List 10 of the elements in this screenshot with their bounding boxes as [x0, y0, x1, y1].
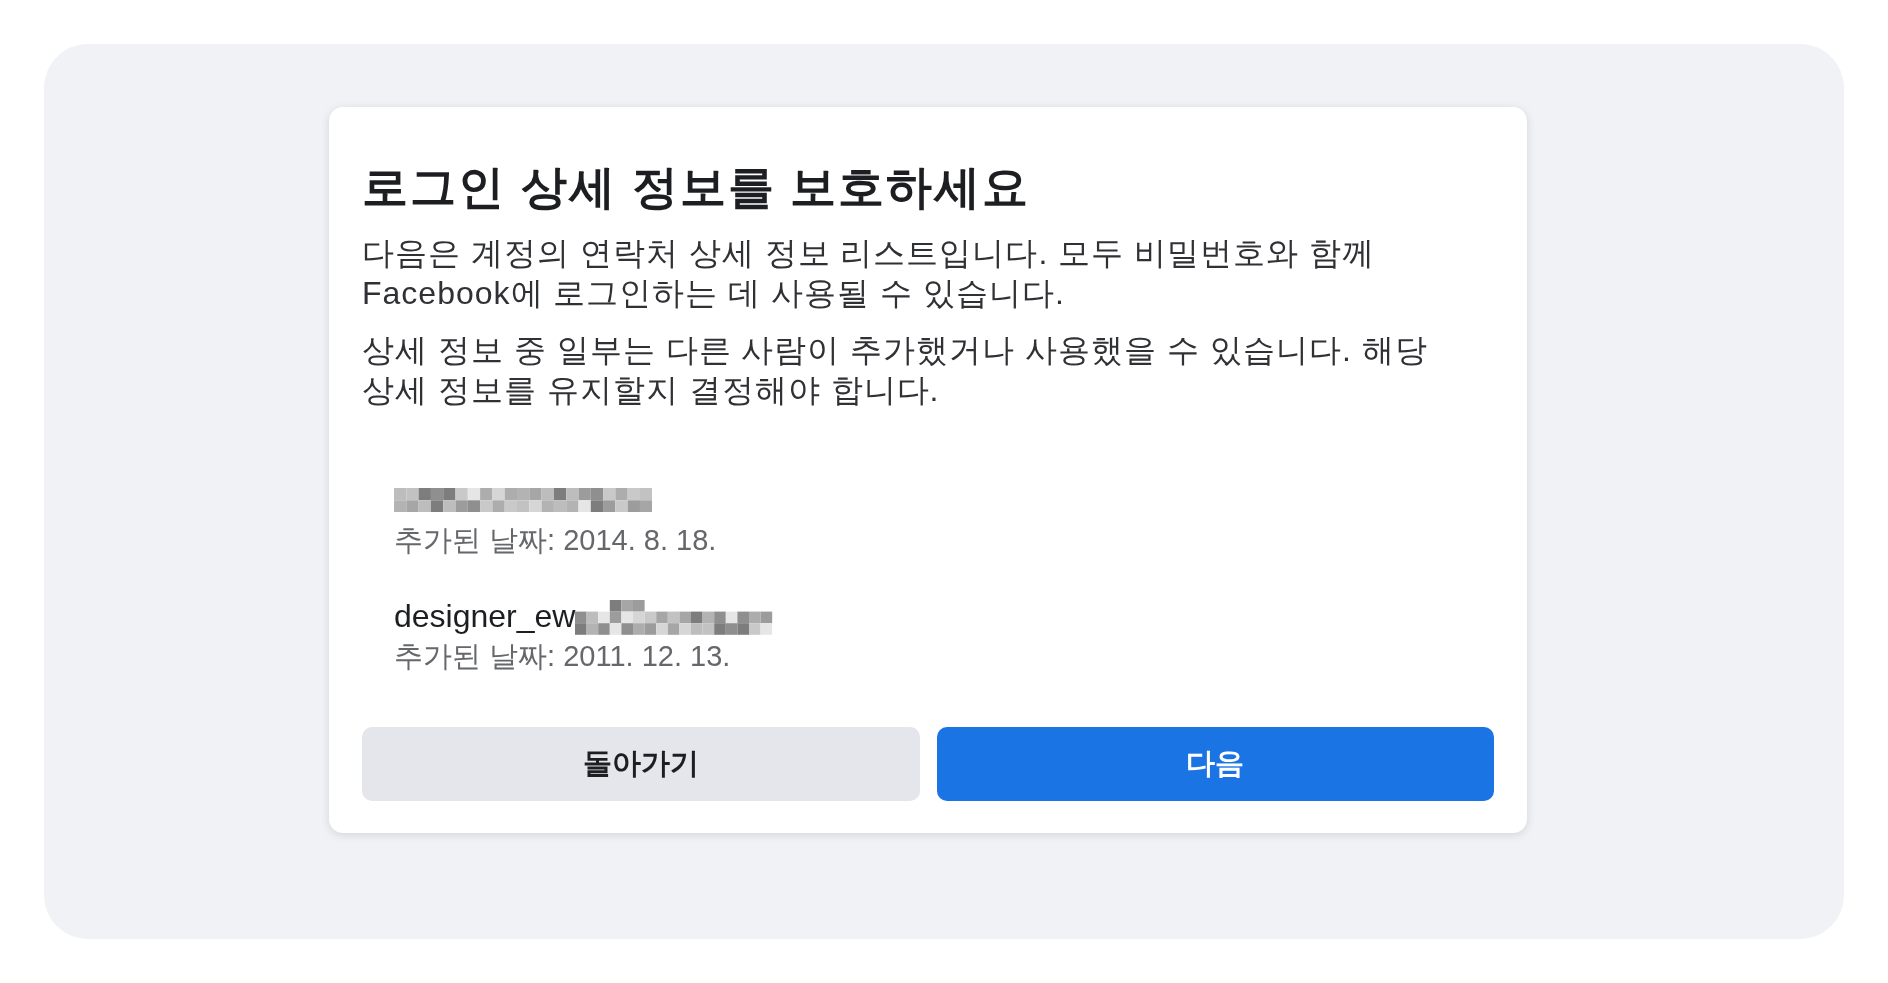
back-button[interactable]: 돌아가기 [362, 727, 920, 801]
dialog-title: 로그인 상세 정보를 보호하세요 [362, 161, 1032, 213]
pixel-mosaic-icon [575, 600, 773, 635]
contact-value: designer_ew [394, 597, 576, 636]
next-button[interactable]: 다음 [936, 727, 1494, 801]
date-added-text: 추가된 날짜: 2011. 12. 13. [394, 639, 732, 674]
description-text: 상세 정보 중 일부는 다른 사람이 추가했거나 사용했을 수 있습니다. 해당 상세 정보를 유지할지 결정해야 합니다. [362, 331, 1429, 410]
description-text: 다음은 계정의 연락처 상세 정보 리스트입니다. 모두 비밀번호와 함께 Facebook에 로그인하는 데 사용될 수 있습니다. [362, 234, 1376, 313]
pixel-mosaic-icon [394, 487, 653, 513]
date-added-text: 추가된 날짜: 2014. 8. 18. [394, 523, 718, 558]
